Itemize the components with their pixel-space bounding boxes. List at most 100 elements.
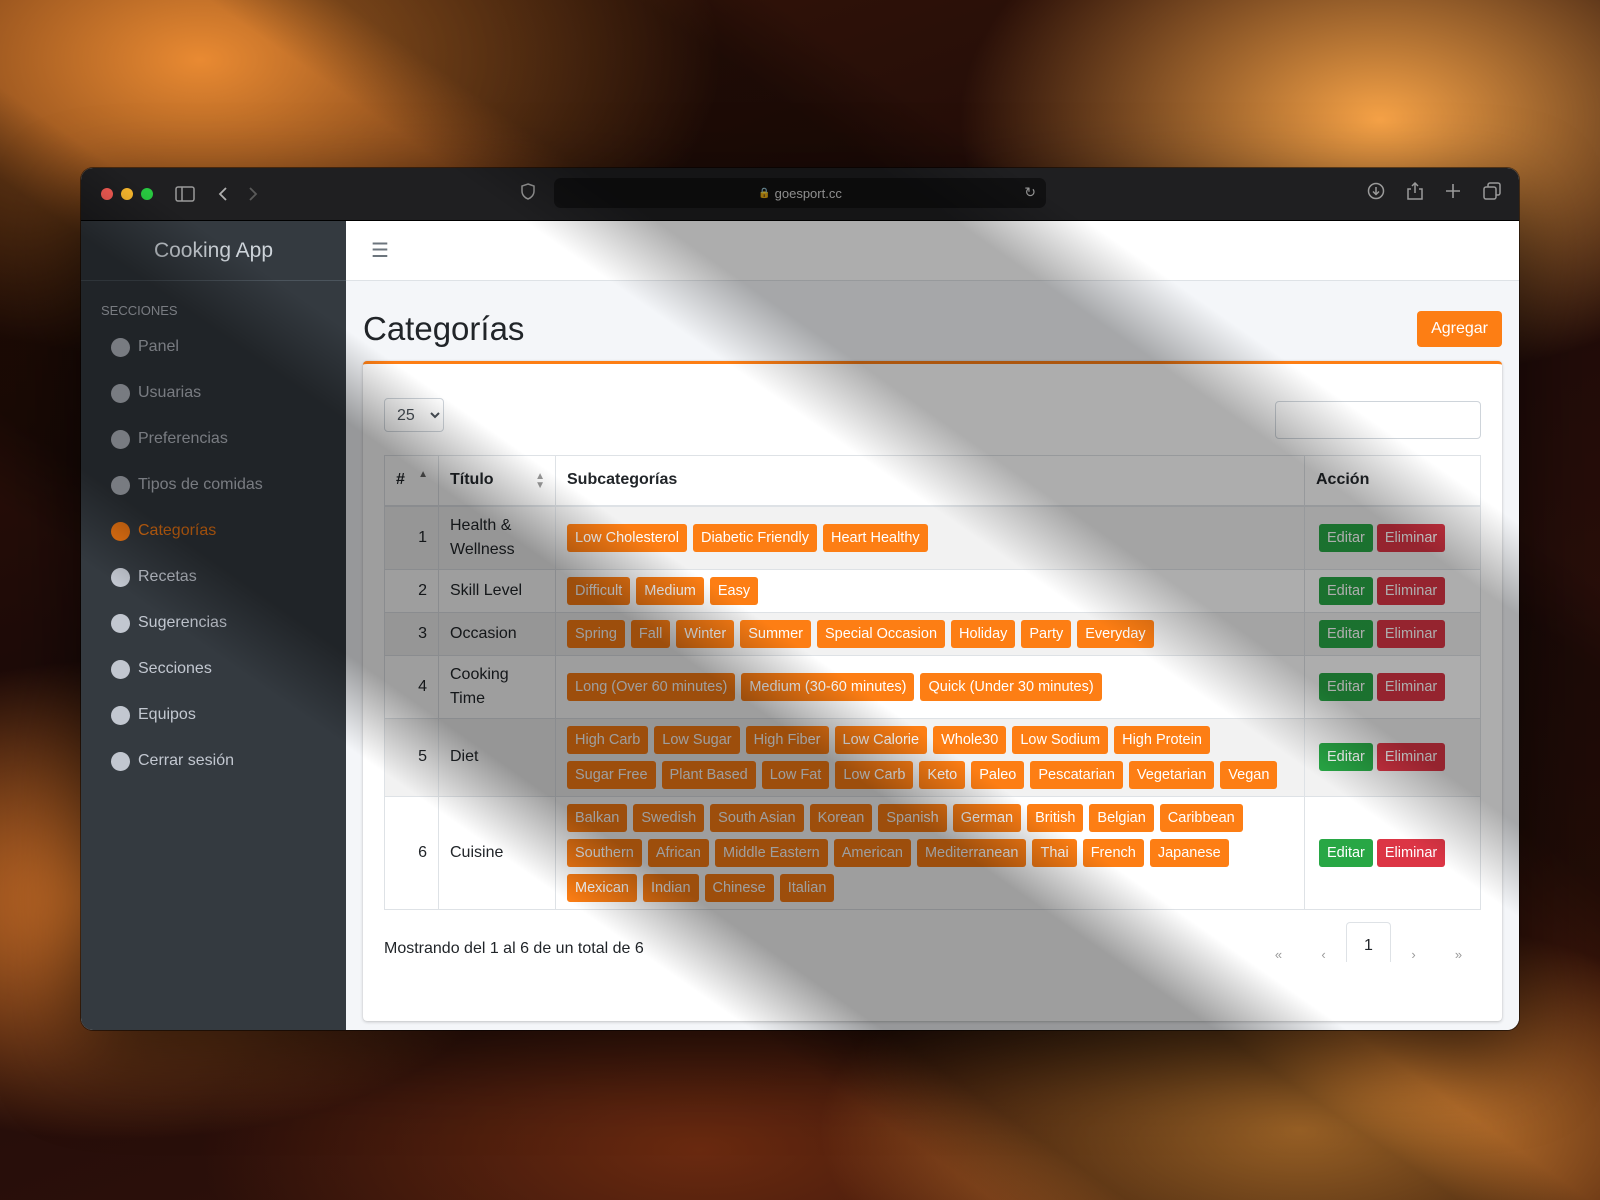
sidebar-item-label: Tipos de comidas: [138, 476, 263, 493]
delete-button[interactable]: Eliminar: [1376, 576, 1446, 605]
sidebar-item-recetas[interactable]: Recetas: [81, 554, 346, 600]
shield-icon[interactable]: [521, 183, 535, 205]
subcategory-list: Spring Fall Winter Summer Special Occasion Ho…: [567, 619, 1293, 648]
subcategory-badge: Southern: [567, 838, 642, 867]
row-actions: Editar Eliminar: [1304, 717, 1481, 797]
subcategory-badge: South Asian: [710, 803, 804, 832]
brand-logo[interactable]: Cooking App: [81, 221, 346, 281]
row-actions: Editar Eliminar: [1304, 568, 1481, 613]
row-title: Diet: [438, 717, 556, 797]
delete-button[interactable]: Eliminar: [1376, 743, 1446, 771]
subcategory-badge: Balkan: [567, 803, 628, 832]
sort-asc-icon: ▲: [418, 469, 428, 480]
sidebar-item-label: Recetas: [138, 568, 197, 585]
edit-button[interactable]: Editar: [1319, 672, 1373, 701]
last-page-button[interactable]: »: [1436, 929, 1481, 962]
sidebar-item-panel[interactable]: Panel: [81, 324, 346, 370]
sidebar-item-equipos[interactable]: Equipos: [81, 692, 346, 738]
row-subcategories: High Carb Low Sugar High Fiber Low Calorie W…: [555, 717, 1305, 797]
circle-icon: [111, 383, 130, 403]
next-page-button[interactable]: ›: [1391, 929, 1436, 962]
row-actions: Editar Eliminar: [1304, 654, 1481, 719]
sidebar-item-sugerencias[interactable]: Sugerencias: [81, 600, 346, 646]
tabs-overview-icon[interactable]: [1483, 182, 1501, 205]
add-button[interactable]: Agregar: [1417, 311, 1502, 347]
sidebar-toggle-icon[interactable]: [175, 186, 195, 202]
sidebar-item-cerrar-sesi-n[interactable]: Cerrar sesión: [81, 738, 346, 784]
table-row: 4 Cooking Time Long (Over 60 minutes) Mediu…: [384, 654, 1481, 719]
column-header-title[interactable]: Título ▲ ▼: [438, 455, 556, 507]
column-header-action-label: Acción: [1316, 471, 1370, 489]
address-bar[interactable]: 🔒 goesport.cc ↻: [554, 178, 1046, 208]
subcategory-badge: Paleo: [971, 760, 1025, 789]
forward-icon[interactable]: [247, 186, 259, 202]
sidebar-item-label: Panel: [138, 338, 179, 355]
subcategory-badge: Special Occasion: [817, 619, 946, 648]
subcategory-badge: Keto: [919, 760, 966, 789]
subcategory-badge: Low Sodium: [1012, 725, 1109, 754]
table-row: 3 Occasion Spring Fall Winter Summer Special O…: [384, 611, 1481, 656]
table-footer: Mostrando del 1 al 6 de un total de 6 « …: [384, 921, 1481, 962]
new-tab-icon[interactable]: [1445, 182, 1461, 205]
hamburger-menu-icon[interactable]: ☰: [371, 238, 389, 263]
subcategory-badge: Low Carb: [835, 760, 914, 789]
close-window-button[interactable]: [101, 188, 113, 200]
categories-table: # ▲ Título ▲ ▼ Subcategorías Acción 1 He…: [384, 455, 1481, 910]
row-title: Skill Level: [438, 568, 556, 613]
back-icon[interactable]: [217, 186, 229, 202]
edit-button[interactable]: Editar: [1319, 619, 1373, 648]
subcategory-badge: Long (Over 60 minutes): [567, 672, 736, 701]
subcategory-badge: Indian: [643, 873, 699, 902]
subcategory-list: High Carb Low Sugar High Fiber Low Calorie W…: [567, 725, 1293, 789]
edit-button[interactable]: Editar: [1319, 523, 1373, 552]
row-subcategories: Long (Over 60 minutes) Medium (30-60 minu…: [555, 654, 1305, 719]
subcategory-badge: Thai: [1032, 838, 1077, 867]
browser-window: 🔒 goesport.cc ↻ Cooking App SECCIONES Pa…: [81, 168, 1519, 1030]
edit-button[interactable]: Editar: [1319, 838, 1373, 867]
subcategory-badge: Sugar Free: [567, 760, 656, 789]
column-header-number[interactable]: # ▲: [384, 455, 439, 507]
prev-page-button[interactable]: ‹: [1301, 929, 1346, 962]
delete-button[interactable]: Eliminar: [1376, 672, 1446, 701]
sidebar-nav: Panel Usuarias Preferencias Tipos de comida…: [81, 324, 346, 784]
subcategory-badge: Belgian: [1089, 803, 1154, 832]
table-row: 6 Cuisine Balkan Swedish South Asian Korean Sp…: [384, 795, 1481, 910]
row-number: 2: [384, 568, 439, 613]
delete-button[interactable]: Eliminar: [1376, 523, 1446, 552]
subcategory-badge: Italian: [779, 873, 835, 902]
sidebar: Cooking App SECCIONES Panel Usuarias Prefe…: [81, 221, 346, 1030]
delete-button[interactable]: Eliminar: [1376, 619, 1446, 648]
sidebar-item-categor-as[interactable]: Categorías: [81, 508, 346, 554]
subcategory-list: Long (Over 60 minutes) Medium (30-60 minu…: [567, 672, 1293, 701]
minimize-window-button[interactable]: [121, 188, 133, 200]
subcategory-badge: Caribbean: [1159, 803, 1243, 832]
page-title: Categorías: [363, 310, 525, 347]
subcategory-badge: German: [952, 803, 1022, 832]
circle-icon: [111, 659, 130, 679]
subcategory-badge: High Carb: [567, 725, 649, 754]
row-subcategories: Balkan Swedish South Asian Korean Spanish Ger…: [555, 795, 1305, 910]
current-page-button[interactable]: 1: [1346, 921, 1391, 962]
share-icon[interactable]: [1407, 181, 1423, 205]
zoom-window-button[interactable]: [141, 188, 153, 200]
first-page-button[interactable]: «: [1256, 929, 1301, 962]
subcategory-badge: Japanese: [1149, 838, 1229, 867]
edit-button[interactable]: Editar: [1319, 576, 1373, 605]
sort-both-icon: ▲ ▼: [535, 471, 545, 491]
edit-button[interactable]: Editar: [1319, 743, 1373, 771]
sidebar-item-tipos-de-comidas[interactable]: Tipos de comidas: [81, 462, 346, 508]
sidebar-item-preferencias[interactable]: Preferencias: [81, 416, 346, 462]
sidebar-item-usuarias[interactable]: Usuarias: [81, 370, 346, 416]
subcategory-badge: Low Fat: [761, 760, 830, 789]
table-row: 5 Diet High Carb Low Sugar High Fiber Low Cal…: [384, 717, 1481, 797]
row-subcategories: Spring Fall Winter Summer Special Occasion Ho…: [555, 611, 1305, 656]
column-header-action: Acción: [1304, 455, 1481, 507]
reload-icon[interactable]: ↻: [1024, 184, 1036, 201]
page-length-select[interactable]: 25: [384, 398, 444, 432]
page-header: Categorías Agregar: [346, 281, 1519, 361]
download-icon[interactable]: [1367, 182, 1385, 205]
search-input[interactable]: [1275, 401, 1481, 439]
column-header-subcategories-label: Subcategorías: [567, 471, 678, 489]
sidebar-item-secciones[interactable]: Secciones: [81, 646, 346, 692]
delete-button[interactable]: Eliminar: [1376, 838, 1446, 867]
